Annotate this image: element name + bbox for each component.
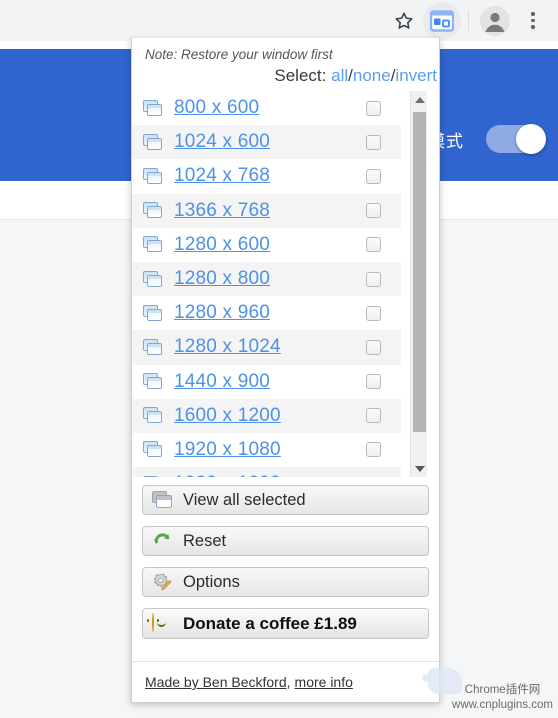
resolution-label[interactable]: 1920 x 1200 <box>174 473 281 477</box>
avatar-icon <box>480 5 510 36</box>
stacked-windows-icon <box>152 490 174 510</box>
scroll-up-arrow-icon[interactable] <box>411 91 428 108</box>
view-all-selected-label: View all selected <box>183 490 306 509</box>
resolution-checkbox[interactable] <box>366 305 381 321</box>
extension-button[interactable] <box>423 1 461 40</box>
resolution-list: 800 x 600 1024 x 600 1024 x 768 1366 x 768 1… <box>132 91 401 477</box>
resolution-label[interactable]: 1280 x 800 <box>174 268 270 290</box>
reset-label: Reset <box>183 531 227 550</box>
screenshot-root: 模式 Note: Restore your window first Selec… <box>0 0 558 718</box>
resolution-label[interactable]: 800 x 600 <box>174 97 259 119</box>
reset-arrow-icon <box>152 532 174 551</box>
resolution-row[interactable]: 1280 x 600 <box>132 227 401 262</box>
resolution-row[interactable]: 800 x 600 <box>132 91 401 126</box>
smiley-icon <box>147 613 174 633</box>
toggle-knob <box>516 124 546 154</box>
window-stack-icon <box>143 202 165 219</box>
select-invert-link[interactable]: invert <box>395 66 437 85</box>
resolution-checkbox[interactable] <box>366 408 381 424</box>
resolution-row[interactable]: 1024 x 768 <box>132 159 401 194</box>
toolbar-divider <box>468 10 469 31</box>
resolution-label[interactable]: 1024 x 600 <box>174 131 270 153</box>
reset-button[interactable]: Reset <box>142 526 429 556</box>
resolution-checkbox[interactable] <box>366 374 381 390</box>
three-dot-menu-icon <box>523 11 543 31</box>
donate-label: Donate a coffee £1.89 <box>183 613 357 633</box>
resolution-list-container: 800 x 600 1024 x 600 1024 x 768 1366 x 768 1… <box>132 91 439 477</box>
resolution-row[interactable]: 1024 x 600 <box>132 125 401 160</box>
resolution-checkbox[interactable] <box>366 100 381 116</box>
bookmark-button[interactable] <box>385 2 423 40</box>
restore-note: Note: Restore your window first <box>145 47 333 62</box>
window-stack-icon <box>143 407 165 424</box>
resolution-label[interactable]: 1366 x 768 <box>174 200 270 222</box>
options-label: Options <box>183 572 240 591</box>
popup-footer: Made by Ben Beckford, more info <box>132 661 439 702</box>
resolution-row[interactable]: 1280 x 800 <box>132 261 401 297</box>
resolution-list-scrollbar[interactable] <box>410 91 427 477</box>
window-resizer-extension-icon <box>430 9 454 32</box>
site-watermark: Chrome插件网 www.cnplugins.com <box>452 683 553 713</box>
window-stack-icon <box>143 441 165 458</box>
star-icon <box>393 10 415 32</box>
toolbar-icon-group <box>385 0 552 41</box>
window-stack-icon <box>143 338 165 356</box>
resolution-checkbox[interactable] <box>366 237 381 253</box>
watermark-line-1: Chrome插件网 <box>464 684 541 696</box>
resolution-checkbox[interactable] <box>366 203 381 219</box>
profile-button[interactable] <box>476 2 514 40</box>
banner-toggle-switch[interactable] <box>486 124 546 154</box>
window-stack-icon <box>143 270 165 288</box>
resolution-row[interactable]: 1920 x 1080 <box>132 432 401 468</box>
watermark-decoration-dot <box>422 674 430 682</box>
resolution-label[interactable]: 1600 x 1200 <box>174 405 281 427</box>
resolution-row[interactable]: 1280 x 1024 <box>132 330 401 365</box>
window-stack-icon <box>143 167 165 185</box>
browser-menu-button[interactable] <box>514 2 552 40</box>
footer-comma: , <box>286 674 291 690</box>
resolution-row[interactable]: 1440 x 900 <box>132 364 401 399</box>
resolution-label[interactable]: 1440 x 900 <box>174 371 270 393</box>
resolution-checkbox[interactable] <box>366 134 381 150</box>
window-stack-icon <box>143 475 165 477</box>
window-stack-icon <box>143 133 165 151</box>
options-button[interactable]: Options <box>142 567 429 597</box>
resolution-checkbox[interactable] <box>366 442 381 458</box>
resolution-row[interactable]: 1600 x 1200 <box>132 398 401 433</box>
resolution-row[interactable]: 1280 x 960 <box>132 296 401 331</box>
window-stack-icon <box>143 373 165 390</box>
scroll-down-arrow-icon[interactable] <box>411 460 428 477</box>
banner-control-row: 模式 <box>428 124 546 154</box>
browser-toolbar <box>0 0 558 42</box>
resolution-checkbox[interactable] <box>366 339 381 355</box>
resolution-checkbox[interactable] <box>366 168 381 184</box>
select-shortcuts-row: Select: all/none/invert <box>132 66 439 86</box>
donate-button[interactable]: Donate a coffee £1.89 <box>142 608 429 639</box>
window-stack-icon <box>143 304 165 322</box>
window-stack-icon <box>143 236 165 253</box>
select-all-link[interactable]: all <box>331 66 348 85</box>
watermark-line-2: www.cnplugins.com <box>452 699 553 711</box>
resolution-row[interactable]: 1920 x 1200 <box>132 467 401 477</box>
view-all-selected-button[interactable]: View all selected <box>142 485 429 515</box>
more-info-link[interactable]: more info <box>295 674 353 690</box>
resolution-checkbox[interactable] <box>366 271 381 287</box>
resolution-label[interactable]: 1920 x 1080 <box>174 439 281 461</box>
resolution-row[interactable]: 1366 x 768 <box>132 193 401 228</box>
resolution-label[interactable]: 1280 x 960 <box>174 302 270 324</box>
select-label: Select: <box>274 66 327 85</box>
resolution-label[interactable]: 1280 x 1024 <box>174 336 281 358</box>
window-resizer-popup: Note: Restore your window first Select: … <box>131 38 440 703</box>
window-stack-icon <box>143 99 165 117</box>
resolution-label[interactable]: 1024 x 768 <box>174 165 270 187</box>
popup-action-buttons: View all selected Reset Options Donate a… <box>142 485 429 639</box>
select-none-link[interactable]: none <box>353 66 391 85</box>
scrollbar-thumb[interactable] <box>413 112 426 432</box>
resolution-label[interactable]: 1280 x 600 <box>174 234 270 256</box>
author-link[interactable]: Made by Ben Beckford <box>145 674 287 690</box>
gear-pencil-icon <box>152 572 174 592</box>
